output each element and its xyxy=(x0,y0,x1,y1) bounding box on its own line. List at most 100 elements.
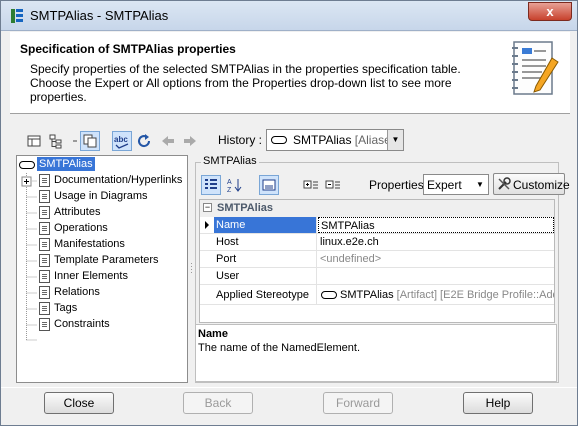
app-icon xyxy=(11,9,23,23)
customize-label: Customize xyxy=(513,178,570,192)
property-value-user[interactable] xyxy=(318,268,554,284)
properties-category[interactable]: − SMTPAlias xyxy=(200,200,554,217)
row-gutter xyxy=(200,285,214,301)
tree-item-label: Operations xyxy=(54,222,108,234)
tree-item-label: Relations xyxy=(54,286,100,298)
history-value: SMTPAlias [Aliases] xyxy=(293,133,400,147)
specification-dialog: SMTPAlias - SMTPAlias x Specification of… xyxy=(0,0,578,426)
property-value-port[interactable]: <undefined> xyxy=(318,251,554,267)
back-button[interactable]: Back xyxy=(183,392,253,414)
properties-toolbar: AZ Properties: Expert ▼ Customize xyxy=(201,173,570,197)
tree-item-label: Template Parameters xyxy=(54,254,159,266)
history-control: History : SMTPAlias [Aliases] ▼ xyxy=(216,129,406,151)
tree-item-label: Usage in Diagrams xyxy=(54,190,148,202)
property-value-text: SMTPAlias xyxy=(321,220,375,232)
title-bar: SMTPAlias - SMTPAlias x xyxy=(1,1,577,31)
customize-button[interactable]: Customize xyxy=(493,173,570,195)
properties-panel: SMTPAlias AZ Properties: Expert ▼ Custom… xyxy=(193,155,570,383)
tree-item-label: Constraints xyxy=(54,318,110,330)
help-button[interactable]: Help xyxy=(463,392,533,414)
description-text: The name of the NamedElement. xyxy=(198,342,361,354)
refresh-icon[interactable] xyxy=(134,131,154,151)
properties-table: − SMTPAlias Name SMTPAlias Host linux.e2… xyxy=(199,199,555,323)
property-value-host[interactable]: linux.e2e.ch xyxy=(318,234,554,250)
chevron-down-icon[interactable]: ▼ xyxy=(387,130,403,150)
property-value-placeholder: <undefined> xyxy=(320,253,382,265)
alias-element-icon xyxy=(271,136,287,144)
property-value-text: SMTPAlias xyxy=(340,289,394,301)
close-button[interactable]: Close xyxy=(44,392,114,414)
svg-text:Z: Z xyxy=(227,187,232,194)
tree-item-label: Inner Elements xyxy=(54,270,128,282)
properties-mode-dropdown[interactable]: Expert ▼ xyxy=(423,174,489,195)
window-title: SMTPAlias - SMTPAlias xyxy=(30,8,169,23)
forward-arrow-icon[interactable] xyxy=(180,131,200,151)
footer-divider xyxy=(1,387,577,388)
properties-label: Properties: xyxy=(369,178,428,192)
chevron-down-icon[interactable]: ▼ xyxy=(472,175,488,194)
properties-group-title: SMTPAlias xyxy=(201,155,259,167)
dialog-body: abc History : SMTPAlias [Aliases] ▼ SMTP… xyxy=(10,123,570,387)
tree-toolbar: abc xyxy=(24,131,204,151)
tree-item-label: Documentation/Hyperlinks xyxy=(54,174,183,186)
property-name: User xyxy=(214,268,317,284)
history-dropdown[interactable]: SMTPAlias [Aliases] ▼ xyxy=(266,129,404,151)
document-icon xyxy=(39,190,50,203)
property-name: Host xyxy=(214,234,317,250)
property-name: Applied Stereotype xyxy=(214,285,317,305)
navigation-tree: SMTPAlias Documentation/Hyperlinks Usage… xyxy=(16,155,188,383)
tree-item-label: Tags xyxy=(54,302,78,314)
document-icon xyxy=(39,318,50,331)
description-title: Name xyxy=(198,328,228,340)
row-pointer-icon xyxy=(200,217,214,233)
collapse-all-icon[interactable] xyxy=(323,175,343,195)
categorized-view-icon[interactable] xyxy=(201,175,221,195)
category-label: SMTPAlias xyxy=(217,202,274,214)
history-label: History : xyxy=(218,133,263,147)
window-close-button[interactable]: x xyxy=(528,2,572,21)
property-value-suffix: [Artifact] [E2E Bridge Profile::Add xyxy=(396,289,554,301)
svg-text:A: A xyxy=(227,179,232,186)
row-gutter xyxy=(200,234,214,250)
show-description-icon[interactable] xyxy=(259,175,279,195)
document-icon xyxy=(39,174,50,187)
forward-button[interactable]: Forward xyxy=(323,392,393,414)
row-gutter xyxy=(200,268,214,284)
history-value-name: SMTPAlias xyxy=(293,133,352,147)
document-icon xyxy=(39,222,50,235)
tree-item-label: Manifestations xyxy=(54,238,125,250)
sort-alphabetically-icon[interactable]: AZ xyxy=(225,175,245,195)
toolbar-separator xyxy=(68,131,78,151)
table-row[interactable]: Applied Stereotype SMTPAlias [Artifact] … xyxy=(200,285,554,305)
tree-item-label: Attributes xyxy=(54,206,101,218)
properties-mode-value: Expert xyxy=(427,178,462,192)
expand-all-icon[interactable] xyxy=(301,175,321,195)
description-pane: Name The name of the NamedElement. xyxy=(195,324,557,382)
spell-check-icon[interactable]: abc xyxy=(112,131,132,151)
header-panel: Specification of SMTPAlias properties Sp… xyxy=(10,32,570,114)
table-row[interactable]: Host linux.e2e.ch xyxy=(200,234,554,251)
table-row[interactable]: Name SMTPAlias xyxy=(200,217,554,234)
property-name: Port xyxy=(214,251,317,267)
document-icon xyxy=(39,206,50,219)
property-name: Name xyxy=(214,217,317,233)
document-icon xyxy=(39,254,50,267)
table-row[interactable]: User xyxy=(200,268,554,285)
document-icon xyxy=(39,302,50,315)
collapse-icon[interactable]: − xyxy=(203,203,212,212)
property-value-text: linux.e2e.ch xyxy=(320,236,379,248)
document-icon xyxy=(39,238,50,251)
show-list-icon[interactable] xyxy=(24,131,44,151)
copy-icon[interactable] xyxy=(80,131,100,151)
document-icon xyxy=(39,270,50,283)
header-title: Specification of SMTPAlias properties xyxy=(20,42,236,56)
table-row[interactable]: Port <undefined> xyxy=(200,251,554,268)
show-tree-icon[interactable] xyxy=(46,131,66,151)
specification-notebook-icon xyxy=(512,41,559,95)
property-value-stereotype[interactable]: SMTPAlias [Artifact] [E2E Bridge Profile… xyxy=(318,285,554,305)
header-description: Specify properties of the selected SMTPA… xyxy=(30,62,461,104)
back-arrow-icon[interactable] xyxy=(158,131,178,151)
document-icon xyxy=(39,286,50,299)
alias-element-icon xyxy=(321,291,337,299)
property-value-name[interactable]: SMTPAlias xyxy=(318,217,554,233)
